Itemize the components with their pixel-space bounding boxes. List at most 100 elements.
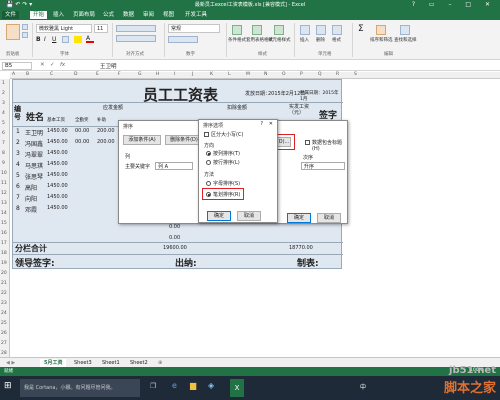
- row-header[interactable]: 4: [2, 111, 5, 116]
- col-header[interactable]: L: [228, 72, 231, 77]
- employee-base[interactable]: 1450.00: [47, 172, 68, 178]
- case-sensitive-checkbox[interactable]: [204, 132, 209, 137]
- insert-button[interactable]: 插入: [300, 37, 309, 43]
- tab-formulas[interactable]: 公式: [100, 11, 117, 19]
- employee-base[interactable]: 1450.00: [47, 150, 68, 156]
- row-header[interactable]: 8: [2, 151, 5, 156]
- font-color-icon[interactable]: A: [86, 36, 94, 43]
- tab-page-layout[interactable]: 页面布局: [70, 11, 98, 19]
- col-header[interactable]: P: [300, 72, 303, 77]
- zero-value[interactable]: 0.00: [169, 224, 180, 230]
- add-sheet-icon[interactable]: ⊕: [154, 359, 166, 367]
- row-header[interactable]: 22: [1, 291, 7, 296]
- tab-data[interactable]: 数据: [120, 11, 137, 19]
- employee-allowance[interactable]: 200.00: [97, 128, 115, 134]
- sort-filter-button[interactable]: 排序和筛选: [370, 37, 393, 43]
- help-icon[interactable]: ?: [260, 121, 263, 127]
- tab-view[interactable]: 视图: [160, 11, 177, 19]
- row-header[interactable]: 9: [2, 161, 5, 166]
- employee-base[interactable]: 1450.00: [47, 194, 68, 200]
- employee-base[interactable]: 1450.00: [47, 128, 68, 134]
- row-header[interactable]: 12: [1, 191, 7, 196]
- paste-icon[interactable]: [6, 24, 20, 40]
- employee-base[interactable]: 1450.00: [47, 183, 68, 189]
- employee-base[interactable]: 1450.00: [47, 161, 68, 167]
- font-size-select[interactable]: 11: [94, 24, 108, 33]
- fill-color-icon[interactable]: [74, 36, 82, 43]
- col-header[interactable]: E: [96, 72, 99, 77]
- col-header[interactable]: A: [12, 72, 15, 77]
- col-header[interactable]: C: [50, 72, 53, 77]
- row-header[interactable]: 16: [1, 231, 7, 236]
- by-row-radio[interactable]: [206, 160, 211, 165]
- cancel-formula-icon[interactable]: ✕: [40, 62, 45, 68]
- find-select-button[interactable]: 查找和选择: [394, 37, 417, 43]
- cell-styles-icon[interactable]: [274, 25, 284, 35]
- col-header[interactable]: Q: [318, 72, 322, 77]
- row-header[interactable]: 5: [2, 121, 5, 126]
- row-header[interactable]: 25: [1, 321, 7, 326]
- close-icon[interactable]: ✕: [269, 121, 273, 127]
- underline-icon[interactable]: U: [52, 36, 56, 43]
- zero-value[interactable]: 0.00: [169, 235, 180, 241]
- tab-file[interactable]: 文件: [2, 11, 20, 19]
- conditional-format-button[interactable]: 条件格式: [228, 37, 246, 43]
- employee-name[interactable]: 向阳: [25, 194, 37, 203]
- employee-name[interactable]: 邓霞: [25, 205, 37, 214]
- delete-button[interactable]: 删除: [316, 37, 325, 43]
- number-format-select[interactable]: 常规: [168, 24, 220, 33]
- row-header[interactable]: 6: [2, 131, 5, 136]
- row-header[interactable]: 20: [1, 271, 7, 276]
- tab-home[interactable]: 开始: [30, 11, 48, 19]
- col-header[interactable]: M: [246, 72, 250, 77]
- sort-ok-button[interactable]: 确定: [287, 213, 311, 223]
- employee-base[interactable]: 1450.00: [47, 205, 68, 211]
- font-name-select[interactable]: 微软雅黑 Light: [36, 24, 92, 33]
- row-header[interactable]: 11: [1, 181, 7, 186]
- format-cells-icon[interactable]: [332, 25, 342, 35]
- col-header[interactable]: S: [354, 72, 357, 77]
- col-header[interactable]: N: [264, 72, 267, 77]
- employee-name[interactable]: 王卫明: [25, 128, 43, 137]
- col-header[interactable]: G: [138, 72, 142, 77]
- copy-icon[interactable]: [22, 32, 28, 38]
- col-header[interactable]: O: [282, 72, 286, 77]
- employee-attendance[interactable]: 00.00: [75, 128, 89, 134]
- input-language[interactable]: 中: [360, 382, 366, 391]
- formula-input[interactable]: 王卫明: [100, 62, 117, 70]
- col-header[interactable]: B: [26, 72, 29, 77]
- windows-start-icon[interactable]: ⊞: [4, 381, 12, 391]
- sheet-tab-sheet1[interactable]: Sheet1: [98, 359, 124, 367]
- italic-icon[interactable]: I: [44, 36, 46, 43]
- name-box[interactable]: B5: [2, 62, 32, 70]
- col-header[interactable]: F: [118, 72, 121, 77]
- employee-name[interactable]: 张思琴: [25, 172, 43, 181]
- sheet-scroll-icon[interactable]: ◀ ▶: [2, 359, 19, 367]
- autosum-icon[interactable]: Σ: [358, 24, 364, 34]
- conditional-format-icon[interactable]: [232, 25, 242, 35]
- enter-formula-icon[interactable]: ✓: [50, 62, 55, 68]
- row-header[interactable]: 14: [1, 211, 7, 216]
- fx-icon[interactable]: fx: [60, 62, 65, 68]
- row-header[interactable]: 7: [2, 141, 5, 146]
- row-header[interactable]: 1: [2, 81, 5, 86]
- task-view-icon[interactable]: ❐: [150, 382, 156, 390]
- cortana-search-box[interactable]: 我是 Cortana，小娜。有问题尽管问我。: [20, 379, 140, 397]
- cell-styles-button[interactable]: 单元格样式: [268, 37, 291, 43]
- employee-name[interactable]: 冯翠翠: [25, 150, 43, 159]
- merge-center-icon[interactable]: [116, 35, 156, 42]
- has-headers-checkbox[interactable]: [305, 140, 310, 145]
- by-letter-radio[interactable]: [206, 181, 211, 186]
- alignment-icon[interactable]: [116, 25, 156, 32]
- sort-cancel-button[interactable]: 取消: [317, 213, 341, 223]
- row-header[interactable]: 21: [1, 281, 7, 286]
- employee-name[interactable]: 冯国鑫: [25, 139, 43, 148]
- employee-base[interactable]: 1450.00: [47, 139, 68, 145]
- employee-name[interactable]: 高阳: [25, 183, 37, 192]
- col-header[interactable]: D: [74, 72, 77, 77]
- col-header[interactable]: H: [156, 72, 159, 77]
- col-header[interactable]: K: [210, 72, 213, 77]
- options-ok-button[interactable]: 确定: [207, 211, 231, 221]
- col-header[interactable]: R: [336, 72, 339, 77]
- row-header[interactable]: 24: [1, 311, 7, 316]
